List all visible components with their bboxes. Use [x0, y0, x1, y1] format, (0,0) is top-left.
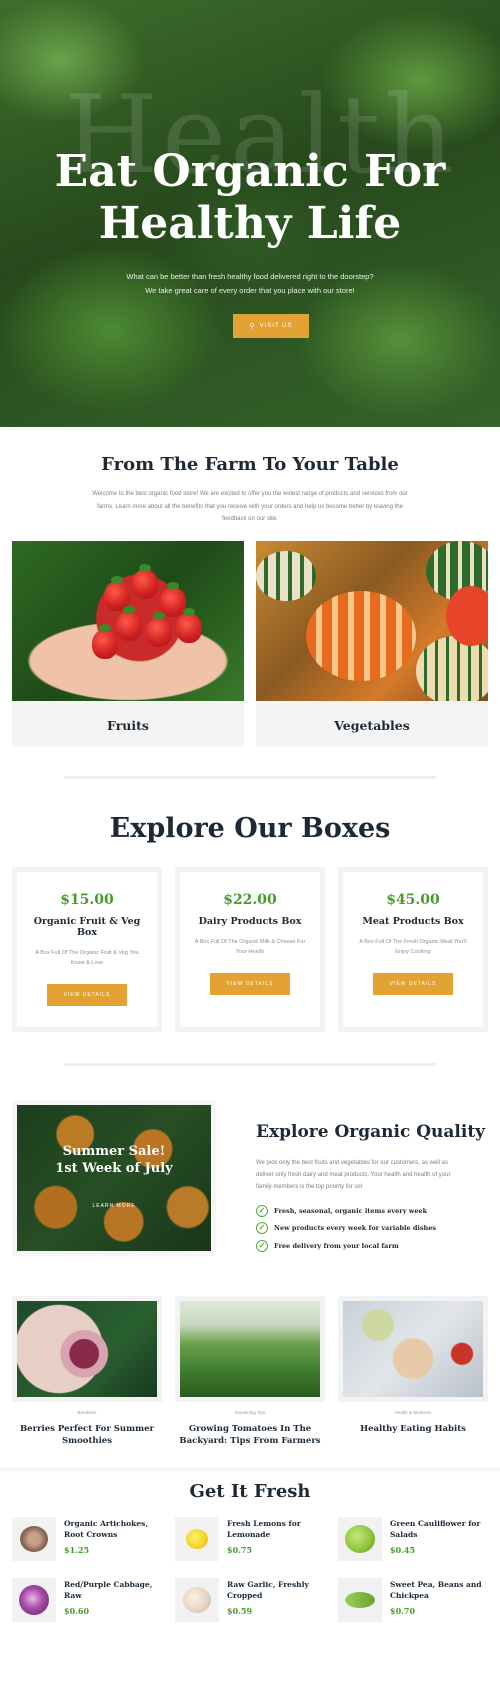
feature-label: Free delivery from your local farm	[274, 1242, 399, 1250]
hero-title: Eat Organic For Healthy Life	[0, 146, 500, 250]
artichoke-icon	[12, 1517, 56, 1561]
product-name: Green Cauliflower for Salads	[390, 1519, 481, 1539]
fruits-image	[12, 541, 244, 701]
boxes-title: Explore Our Boxes	[109, 813, 391, 844]
view-details-button[interactable]: VIEW DETAILS	[373, 973, 453, 995]
farm-title: From The Farm To Your Table	[101, 454, 399, 475]
promo-title: Summer Sale! 1st Week of July	[17, 1143, 211, 1177]
blog-title[interactable]: Growing Tomatoes In The Backyard: Tips F…	[175, 1423, 325, 1447]
box-description: A Box Full Of The Organic Fruit & Veg Yo…	[35, 950, 139, 966]
product-item[interactable]: Raw Garlic, Freshly Cropped $0.59	[175, 1578, 325, 1624]
check-circle-icon: ✓	[256, 1240, 268, 1252]
cabbage-icon	[12, 1578, 56, 1622]
feature-label: Fresh, seasonal, organic items every wee…	[274, 1207, 428, 1215]
visit-us-button[interactable]: ⚲ VISIT US	[233, 314, 309, 338]
product-name: Red/Purple Cabbage, Raw	[64, 1580, 153, 1600]
feature-item: ✓ Fresh, seasonal, organic items every w…	[256, 1205, 427, 1217]
quality-title: Explore Organic Quality	[256, 1122, 486, 1142]
hero-subtitle-line2: We take great care of every order that y…	[145, 286, 355, 295]
product-price: $1.25	[64, 1545, 90, 1555]
product-name: Sweet Pea, Beans and Chickpea	[390, 1580, 482, 1600]
blog-card-image[interactable]	[175, 1296, 325, 1402]
category-card-vegetables[interactable]: Vegetables	[256, 541, 488, 747]
hero-title-line2: Healthy Life	[98, 198, 402, 249]
oranges-image: Summer Sale! 1st Week of July LEARN MORE	[17, 1105, 211, 1251]
cauliflower-icon	[338, 1517, 382, 1561]
lemon-icon	[175, 1517, 219, 1561]
pea-icon	[338, 1578, 382, 1622]
check-circle-icon: ✓	[256, 1205, 268, 1217]
greenhouse-image	[180, 1301, 320, 1397]
blog-category[interactable]: Health & Wellness	[338, 1410, 488, 1415]
blog-category[interactable]: Breakfast	[12, 1410, 162, 1415]
promo-banner[interactable]: Summer Sale! 1st Week of July LEARN MORE	[12, 1100, 216, 1256]
box-price: $22.00	[223, 892, 277, 908]
product-item[interactable]: Fresh Lemons for Lemonade $0.75	[175, 1517, 325, 1563]
feature-item: ✓ Free delivery from your local farm	[256, 1240, 399, 1252]
section-separator	[0, 1468, 500, 1474]
box-name: Organic Fruit & Veg Box	[33, 916, 141, 938]
product-price: $0.75	[227, 1545, 253, 1555]
location-pin-icon: ⚲	[249, 323, 256, 330]
box-card: $45.00 Meat Products Box A Box Full Of T…	[338, 867, 488, 1032]
hero-subtitle-line1: What can be better than fresh healthy fo…	[126, 272, 374, 281]
hero-title-line1: Eat Organic For	[54, 146, 446, 197]
blog-card-image[interactable]	[12, 1296, 162, 1402]
section-divider	[64, 776, 436, 779]
promo-title-line1: Summer Sale!	[62, 1144, 166, 1159]
learn-more-link[interactable]: LEARN MORE	[17, 1203, 211, 1209]
healthy-food-image	[343, 1301, 483, 1397]
product-item[interactable]: Green Cauliflower for Salads $0.45	[338, 1517, 488, 1563]
blog-title[interactable]: Berries Perfect For Summer Smoothies	[12, 1423, 162, 1447]
box-price: $45.00	[386, 892, 440, 908]
blog-card-image[interactable]	[338, 1296, 488, 1402]
hero-section: Health Eat Organic For Healthy Life What…	[0, 0, 500, 427]
quality-text: We pick only the best fruits and vegetab…	[256, 1160, 451, 1190]
product-price: $0.60	[64, 1606, 90, 1616]
garlic-icon	[175, 1578, 219, 1622]
product-name: Raw Garlic, Freshly Cropped	[227, 1580, 309, 1600]
box-card: $22.00 Dairy Products Box A Box Full Of …	[175, 867, 325, 1032]
hero-subtitle: What can be better than fresh healthy fo…	[90, 270, 410, 298]
category-card-fruits[interactable]: Fruits	[12, 541, 244, 747]
box-card: $15.00 Organic Fruit & Veg Box A Box Ful…	[12, 867, 162, 1032]
view-details-button[interactable]: VIEW DETAILS	[210, 973, 290, 995]
view-details-button[interactable]: VIEW DETAILS	[47, 984, 127, 1006]
feature-item: ✓ New products every week for variable d…	[256, 1222, 436, 1234]
blog-title[interactable]: Healthy Eating Habits	[338, 1423, 488, 1435]
box-price: $15.00	[60, 892, 114, 908]
product-name: Fresh Lemons for Lemonade	[227, 1519, 301, 1539]
product-name: Organic Artichokes, Root Crowns	[64, 1519, 148, 1539]
vegetables-image	[256, 541, 488, 701]
feature-label: New products every week for variable dis…	[274, 1224, 437, 1232]
box-name: Dairy Products Box	[198, 916, 302, 927]
category-label-fruits: Fruits	[107, 718, 149, 733]
product-price: $0.70	[390, 1606, 416, 1616]
product-item[interactable]: Sweet Pea, Beans and Chickpea $0.70	[338, 1578, 488, 1624]
blog-category[interactable]: Gardening Tips	[175, 1410, 325, 1415]
section-divider	[64, 1063, 436, 1066]
check-circle-icon: ✓	[256, 1222, 268, 1234]
box-description: A Box Full Of The Organic Milk & Cheese …	[194, 939, 306, 955]
promo-title-line2: 1st Week of July	[55, 1161, 173, 1176]
visit-us-label: VISIT US	[259, 323, 293, 329]
fresh-title: Get It Fresh	[189, 1481, 311, 1502]
category-label-vegetables: Vegetables	[334, 718, 410, 733]
product-item[interactable]: Red/Purple Cabbage, Raw $0.60	[12, 1578, 162, 1624]
product-price: $0.59	[227, 1606, 253, 1616]
product-item[interactable]: Organic Artichokes, Root Crowns $1.25	[12, 1517, 162, 1563]
farm-text: Welcome to the best organic food store! …	[92, 491, 408, 522]
box-description: A Box Full Of The Fresh Organic Meat You…	[359, 939, 467, 955]
box-name: Meat Products Box	[362, 916, 464, 927]
product-price: $0.45	[390, 1545, 416, 1555]
smoothie-image	[17, 1301, 157, 1397]
